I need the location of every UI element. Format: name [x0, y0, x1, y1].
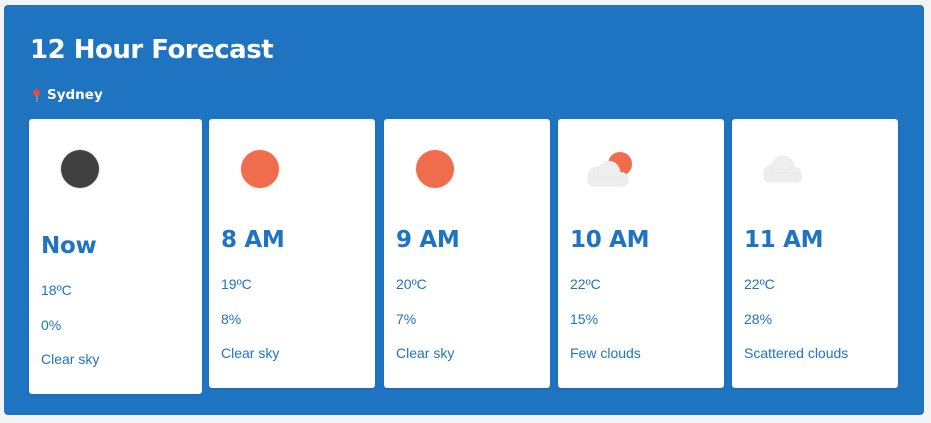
- sun-cloud-icon: [587, 152, 632, 187]
- forecast-description: Scattered clouds: [744, 345, 849, 361]
- forecast-temperature: 18ºC: [41, 282, 72, 298]
- forecast-temperature: 22ºC: [744, 276, 775, 292]
- forecast-precipitation: 28%: [744, 311, 773, 327]
- sun-icon: [416, 150, 454, 188]
- location-label: Sydney: [32, 87, 103, 103]
- forecast-time: 10 AM: [570, 227, 650, 253]
- forecast-time: 8 AM: [221, 227, 285, 253]
- forecast-precipitation: 7%: [396, 311, 417, 327]
- forecast-card-10am: 10 AM 22ºC 15% Few clouds: [558, 119, 724, 388]
- forecast-temperature: 20ºC: [396, 276, 427, 292]
- forecast-description: Clear sky: [396, 345, 455, 361]
- forecast-panel: 12 Hour Forecast Sydney Now 18ºC 0% Clea…: [4, 5, 924, 415]
- forecast-card-now: Now 18ºC 0% Clear sky: [29, 119, 202, 394]
- forecast-precipitation: 8%: [221, 311, 242, 327]
- forecast-card-8am: 8 AM 19ºC 8% Clear sky: [209, 119, 375, 388]
- forecast-card-9am: 9 AM 20ºC 7% Clear sky: [384, 119, 550, 388]
- page-title: 12 Hour Forecast: [30, 35, 274, 65]
- forecast-time: 11 AM: [744, 227, 824, 253]
- forecast-description: Clear sky: [221, 345, 280, 361]
- forecast-time: Now: [41, 233, 97, 259]
- forecast-description: Few clouds: [570, 345, 641, 361]
- forecast-precipitation: 15%: [570, 311, 599, 327]
- forecast-card-11am: 11 AM 22ºC 28% Scattered clouds: [732, 119, 898, 388]
- moon-icon: [61, 150, 99, 188]
- forecast-time: 9 AM: [396, 227, 460, 253]
- sun-icon: [241, 150, 279, 188]
- forecast-temperature: 22ºC: [570, 276, 601, 292]
- location-pin-icon: [32, 88, 41, 102]
- location-name: Sydney: [47, 87, 103, 103]
- forecast-description: Clear sky: [41, 351, 100, 367]
- forecast-precipitation: 0%: [41, 317, 62, 333]
- forecast-temperature: 19ºC: [221, 276, 252, 292]
- cloud-icon: [763, 155, 803, 183]
